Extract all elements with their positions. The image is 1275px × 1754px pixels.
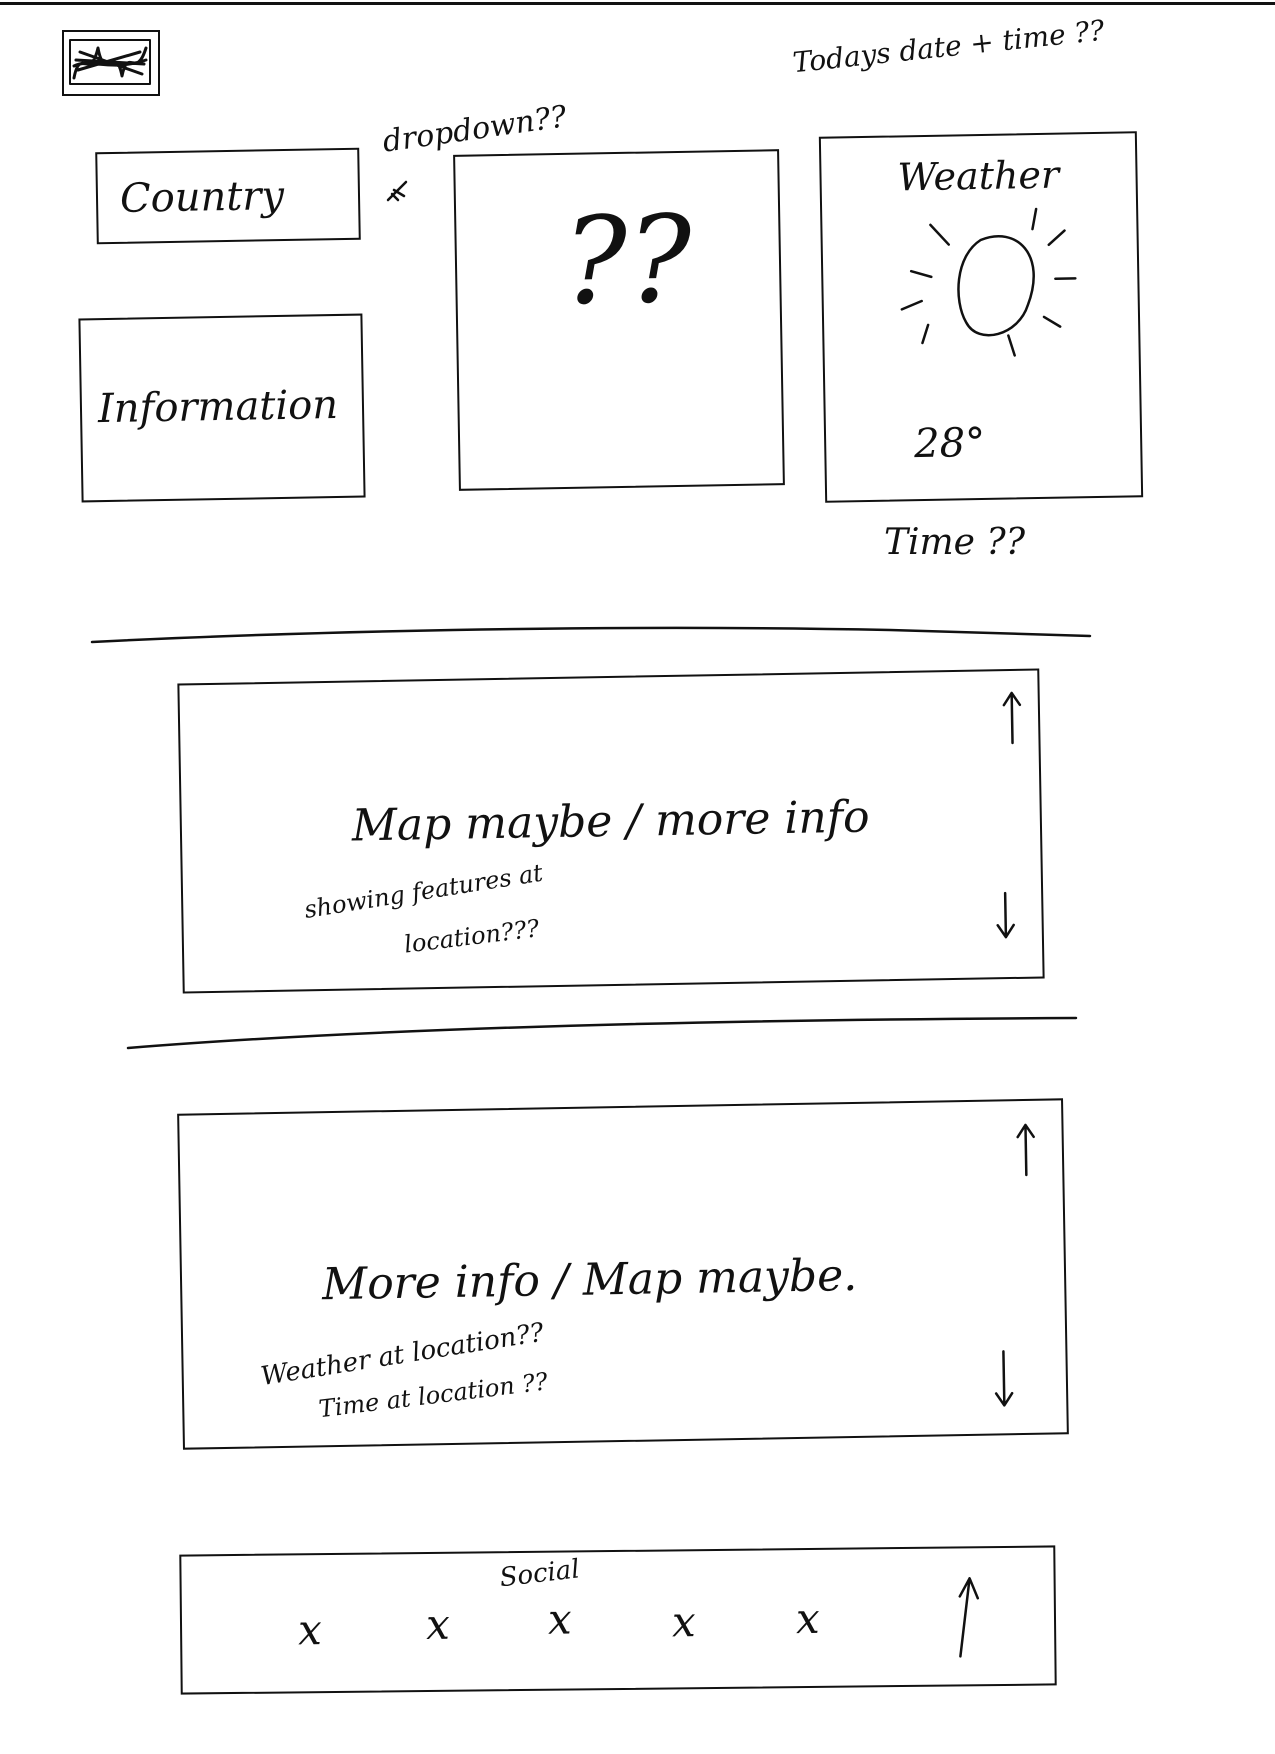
time-note: Time ?? [884,522,1026,563]
social-link-3[interactable]: x [548,1594,572,1643]
mystery-panel: ?? [453,149,785,491]
scroll-up-arrow-icon[interactable] [1013,1121,1038,1177]
info-map-main-text: More info / Map maybe. [321,1249,858,1311]
social-footer: Social x x x x x [179,1545,1057,1695]
divider-line [90,626,1092,644]
weather-panel: Weather 28° [818,131,1144,503]
scroll-down-arrow-icon[interactable] [993,891,1018,941]
map-info-note-line2: location??? [402,914,541,959]
social-link-5[interactable]: x [796,1594,820,1643]
page-top-edge [0,2,1275,5]
map-info-section: Map maybe / more info showing features a… [177,668,1045,994]
country-label: Country [119,173,285,222]
divider-line [126,1016,1078,1050]
back-to-top-arrow-icon[interactable] [952,1574,983,1658]
social-icons: x x x x x [181,1547,1054,1692]
logo[interactable] [62,30,160,96]
scroll-down-arrow-icon[interactable] [991,1349,1016,1409]
information-label: Information [97,381,339,433]
weather-title: Weather [897,152,1060,200]
social-link-4[interactable]: x [672,1597,696,1646]
sun-icon [900,207,1077,357]
date-time-note: Todays date + time ?? [791,13,1106,80]
scroll-up-arrow-icon[interactable] [1000,689,1025,745]
social-link-1[interactable]: x [298,1605,322,1654]
dropdown-note: dropdown?? [380,99,569,160]
info-map-section: More info / Map maybe. Weather at locati… [177,1098,1069,1450]
map-info-note-line1: showing features at [302,858,545,924]
information-panel: Information [78,313,366,503]
country-dropdown[interactable]: Country [95,147,361,245]
logo-scribble-icon [69,39,151,85]
mystery-label: ?? [561,190,693,332]
weather-temperature: 28° [913,419,986,468]
social-link-2[interactable]: x [426,1600,450,1649]
map-info-main-text: Map maybe / more info [351,791,870,852]
dropdown-pointer-icon [386,180,408,202]
